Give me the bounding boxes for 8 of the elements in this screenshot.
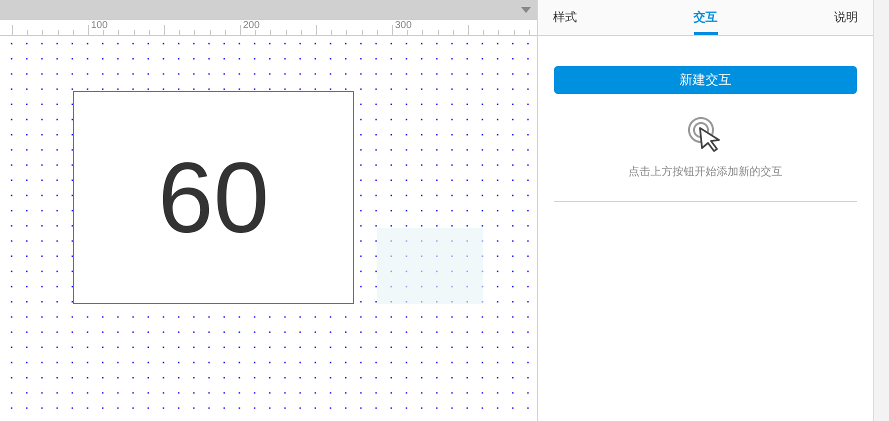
panel-tab[interactable]: 说明: [834, 8, 858, 35]
ruler-label: 200: [243, 20, 260, 32]
dropdown-caret-icon[interactable]: [521, 7, 531, 13]
ruler-label: 100: [91, 20, 108, 32]
ruler-label: 300: [395, 20, 412, 32]
hint-text: 点击上方按钮开始添加新的交互: [628, 164, 782, 180]
text-widget[interactable]: 60: [73, 91, 354, 304]
panel-tab[interactable]: 样式: [553, 8, 577, 35]
